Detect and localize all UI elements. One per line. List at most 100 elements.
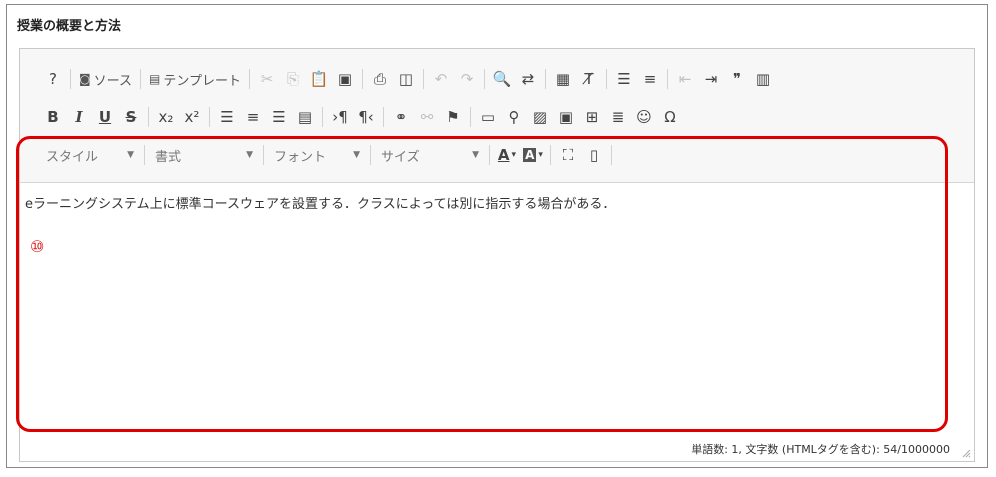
font-combo-label: フォント [274,149,327,165]
undo-icon[interactable]: ↶ [428,66,454,92]
div-icon[interactable]: ▥ [750,66,776,92]
toolbar-separator [544,69,546,89]
chevron-down-icon: ▾ [538,150,543,160]
rtl-icon[interactable]: ¶‹ [353,104,379,130]
align-center-icon[interactable]: ≡ [240,104,266,130]
replace-icon[interactable]: ⇄ [515,66,541,92]
paste-icon[interactable]: 📋 [306,66,332,92]
rich-text-editor: ? ◙ ソース ▤ テンプレート ✂ ⎘ 📋 ▣ ⎙ ◫ ↶ ↷ 🔍 ⇄ ▦ T̸ ☰ ≡ ⇤ ⇥ ❞ ▥ B I U Sx₂ x²… [19,48,975,462]
smiley-icon[interactable]: ☺ [631,104,657,130]
bg-color-icon: A [523,148,537,162]
style-combo[interactable]: スタイル ▼ [40,142,140,168]
chevron-down-icon: ▼ [127,150,134,160]
toolbar-separator [422,69,424,89]
source-icon: ◙ [79,72,91,86]
toolbar-separator [140,69,142,89]
template-button[interactable]: ▤ テンプレート [145,66,245,92]
toolbar-row-3: スタイル ▼ 書式 ▼ フォント ▼ サイズ ▼ A ▾ A ▾ ⛶ ▯ [40,140,616,170]
blockquote-icon[interactable]: ❞ [724,66,750,92]
toolbar-separator [470,107,471,127]
insert-icon[interactable]: ▭ [475,104,501,130]
outdent-icon[interactable]: ⇤ [672,66,698,92]
text-color-button[interactable]: A ▾ [494,142,520,168]
print-icon[interactable]: ⎙ [367,66,393,92]
size-combo[interactable]: サイズ ▼ [375,142,485,168]
toolbar-separator [550,145,551,165]
image-icon[interactable]: ▨ [527,104,553,130]
copy-icon[interactable]: ⎘ [280,66,306,92]
chevron-down-icon: ▾ [511,150,517,160]
toolbar-separator [148,107,149,127]
show-blocks-icon: ▯ [589,146,599,164]
resize-grip-icon[interactable] [962,449,971,458]
template-icon: ▤ [149,72,161,86]
indent-icon[interactable]: ⇥ [698,66,724,92]
annotation-marker: ⑩ [30,237,45,256]
text-color-icon: A [497,146,510,164]
help-button[interactable]: ? [40,66,66,92]
toolbar-separator [209,107,210,127]
editor-toolbar: ? ◙ ソース ▤ テンプレート ✂ ⎘ 📋 ▣ ⎙ ◫ ↶ ↷ 🔍 ⇄ ▦ T̸ ☰ ≡ ⇤ ⇥ ❞ ▥ B I U Sx₂ x²… [20,49,974,183]
paste-text-icon[interactable]: ▣ [332,66,358,92]
toolbar-separator [361,69,363,89]
format-combo-label: 書式 [155,149,182,165]
toolbar-separator [144,145,145,165]
strike-button[interactable]: S [118,104,144,130]
numbered-list-icon[interactable]: ☰ [611,66,637,92]
find-icon[interactable]: 🔍 [489,66,515,92]
unlink-icon[interactable]: ⚯ [414,104,440,130]
toolbar-separator [263,145,264,165]
toolbar-row-1: ? ◙ ソース ▤ テンプレート ✂ ⎘ 📋 ▣ ⎙ ◫ ↶ ↷ 🔍 ⇄ ▦ T̸ ☰ ≡ ⇤ ⇥ ❞ ▥ [40,64,776,94]
format-combo[interactable]: 書式 ▼ [149,142,259,168]
toolbar-separator [666,69,668,89]
subscript-icon[interactable]: x₂ [153,104,179,130]
toolbar-separator [611,145,612,165]
size-combo-label: サイズ [381,149,420,165]
form-section: 授業の概要と方法 ? ◙ ソース ▤ テンプレート ✂ ⎘ 📋 ▣ ⎙ ◫ ↶ ↷ 🔍 ⇄ ▦ T̸ ☰ ≡ ⇤ ⇥ ❞ ▥… [6,4,988,468]
content-paragraph: eラーニングシステム上に標準コースウェアを設置する．クラスによっては別に指示する… [25,197,616,212]
toolbar-separator [248,69,250,89]
chevron-down-icon: ▼ [472,150,479,160]
table-icon[interactable]: ⊞ [579,104,605,130]
link-icon[interactable]: ⚭ [388,104,414,130]
special-char-icon[interactable]: Ω [657,104,683,130]
underline-button[interactable]: U [92,104,118,130]
pin-icon[interactable]: ⚲ [501,104,527,130]
chevron-down-icon: ▼ [353,150,360,160]
redo-icon[interactable]: ↷ [454,66,480,92]
toolbar-separator [483,69,485,89]
maximize-icon: ⛶ [562,146,574,164]
bullet-list-icon[interactable]: ≡ [637,66,663,92]
toolbar-row-2: B I U Sx₂ x² ☰ ≡ ☰ ▤ ›¶ ¶‹ ⚭ ⚯ ⚑ ▭ ⚲ ▨ ▣ ⊞ ≣ ☺ Ω [40,102,683,132]
toolbar-separator [370,145,371,165]
italic-button[interactable]: I [66,104,92,130]
font-combo[interactable]: フォント ▼ [268,142,366,168]
maximize-button[interactable]: ⛶ [555,142,581,168]
preview-icon[interactable]: ◫ [393,66,419,92]
style-combo-label: スタイル [46,149,99,165]
source-button[interactable]: ◙ ソース [75,66,136,92]
template-button-label: テンプレート [163,73,241,89]
bg-color-button[interactable]: A ▾ [520,142,546,168]
section-title: 授業の概要と方法 [17,19,122,34]
toolbar-separator [383,107,384,127]
anchor-icon[interactable]: ⚑ [440,104,466,130]
cut-icon[interactable]: ✂ [254,66,280,92]
superscript-icon[interactable]: x² [179,104,205,130]
toolbar-separator [605,69,607,89]
select-all-icon[interactable]: ▦ [550,66,576,92]
ltr-icon[interactable]: ›¶ [327,104,353,130]
toolbar-separator [322,107,323,127]
bold-button[interactable]: B [40,104,66,130]
show-blocks-button[interactable]: ▯ [581,142,607,168]
align-right-icon[interactable]: ☰ [266,104,292,130]
editor-content-area[interactable]: eラーニングシステム上に標準コースウェアを設置する．クラスによっては別に指示する… [20,183,974,437]
source-button-label: ソース [93,73,133,89]
video-icon[interactable]: ▣ [553,104,579,130]
remove-format-icon[interactable]: T̸ [576,66,602,92]
align-left-icon[interactable]: ☰ [214,104,240,130]
hr-icon[interactable]: ≣ [605,104,631,130]
toolbar-separator [70,69,71,89]
word-count-status: 単語数: 1, 文字数 (HTMLタグを含む): 54/1000000 [691,443,950,456]
justify-icon[interactable]: ▤ [292,104,318,130]
